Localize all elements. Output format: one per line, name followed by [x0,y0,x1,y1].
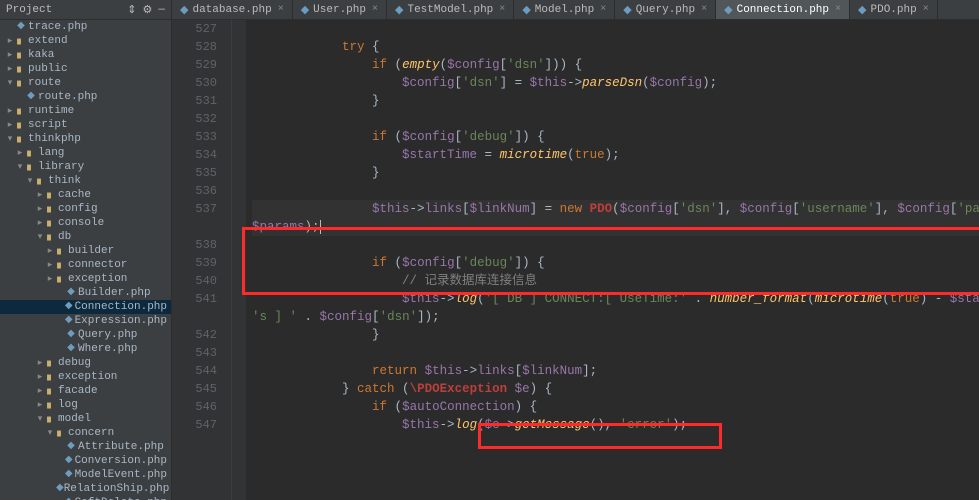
tree-folder[interactable]: ▾▖model [0,412,171,426]
code-editor[interactable]: 5275285295305315325335345355365375385395… [172,20,979,500]
tree-folder[interactable]: ▸▖facade [0,384,171,398]
code-area[interactable]: try { if (empty($config['dsn'])) { $conf… [246,20,979,500]
tree-file[interactable]: ◆route.php [0,90,171,104]
tree-file[interactable]: ◆ModelEvent.php [0,468,171,482]
tree-folder[interactable]: ▾▖concern [0,426,171,440]
tab-connection[interactable]: ◆Connection.php× [716,0,850,19]
tree-folder[interactable]: ▸▖lang [0,146,171,160]
tree-file[interactable]: ◆Conversion.php [0,454,171,468]
tree-folder[interactable]: ▸▖console [0,216,171,230]
gear-icon[interactable]: ⚙ [143,3,153,17]
tree-file[interactable]: ◆trace.php [0,20,171,34]
tab-pdo[interactable]: ◆PDO.php× [850,0,938,19]
fold-column [232,20,246,500]
editor-tabs: ◆database.php×◆User.php×◆TestModel.php×◆… [172,0,979,20]
project-tree[interactable]: ◆trace.php▸▖extend▸▖kaka▸▖public▾▖route◆… [0,20,171,500]
tree-file[interactable]: ◆Expression.php [0,314,171,328]
tree-folder[interactable]: ▸▖log [0,398,171,412]
sidebar-header: Project ⇕ ⚙ — [0,0,171,20]
tree-folder[interactable]: ▾▖db [0,230,171,244]
close-icon[interactable]: × [499,4,505,15]
tree-file[interactable]: ◆Where.php [0,342,171,356]
tree-folder[interactable]: ▸▖config [0,202,171,216]
tree-folder[interactable]: ▸▖kaka [0,48,171,62]
close-icon[interactable]: × [600,4,606,15]
close-icon[interactable]: × [701,4,707,15]
close-icon[interactable]: × [835,4,841,15]
tree-folder[interactable]: ▾▖think [0,174,171,188]
close-icon[interactable]: × [372,4,378,15]
tree-folder[interactable]: ▾▖library [0,160,171,174]
tree-folder[interactable]: ▸▖exception [0,272,171,286]
tree-folder[interactable]: ▸▖builder [0,244,171,258]
tree-folder[interactable]: ▾▖route [0,76,171,90]
main-area: ◆database.php×◆User.php×◆TestModel.php×◆… [172,0,979,500]
tree-folder[interactable]: ▸▖runtime [0,104,171,118]
tree-folder[interactable]: ▸▖debug [0,356,171,370]
tab-model[interactable]: ◆Model.php× [514,0,615,19]
tab-database[interactable]: ◆database.php× [172,0,293,19]
tree-folder[interactable]: ▾▖thinkphp [0,132,171,146]
tree-folder[interactable]: ▸▖public [0,62,171,76]
line-gutter: 5275285295305315325335345355365375385395… [172,20,232,500]
tab-testmodel[interactable]: ◆TestModel.php× [387,0,514,19]
tree-folder[interactable]: ▸▖script [0,118,171,132]
tree-folder[interactable]: ▸▖extend [0,34,171,48]
sort-icon[interactable]: ⇕ [127,3,136,17]
close-icon[interactable]: × [923,4,929,15]
tree-file[interactable]: ◆Builder.php [0,286,171,300]
collapse-icon[interactable]: — [158,4,165,16]
tree-folder[interactable]: ▸▖connector [0,258,171,272]
tree-file[interactable]: ◆RelationShip.php [0,482,171,496]
tree-file[interactable]: ◆SoftDelete.php [0,496,171,500]
tree-file[interactable]: ◆Query.php [0,328,171,342]
tree-file[interactable]: ◆Connection.php [0,300,171,314]
tab-query[interactable]: ◆Query.php× [615,0,716,19]
tree-folder[interactable]: ▸▖cache [0,188,171,202]
project-title: Project [6,4,52,16]
project-sidebar: Project ⇕ ⚙ — ◆trace.php▸▖extend▸▖kaka▸▖… [0,0,172,500]
tree-file[interactable]: ◆Attribute.php [0,440,171,454]
tree-folder[interactable]: ▸▖exception [0,370,171,384]
close-icon[interactable]: × [278,4,284,15]
tab-user[interactable]: ◆User.php× [293,0,387,19]
